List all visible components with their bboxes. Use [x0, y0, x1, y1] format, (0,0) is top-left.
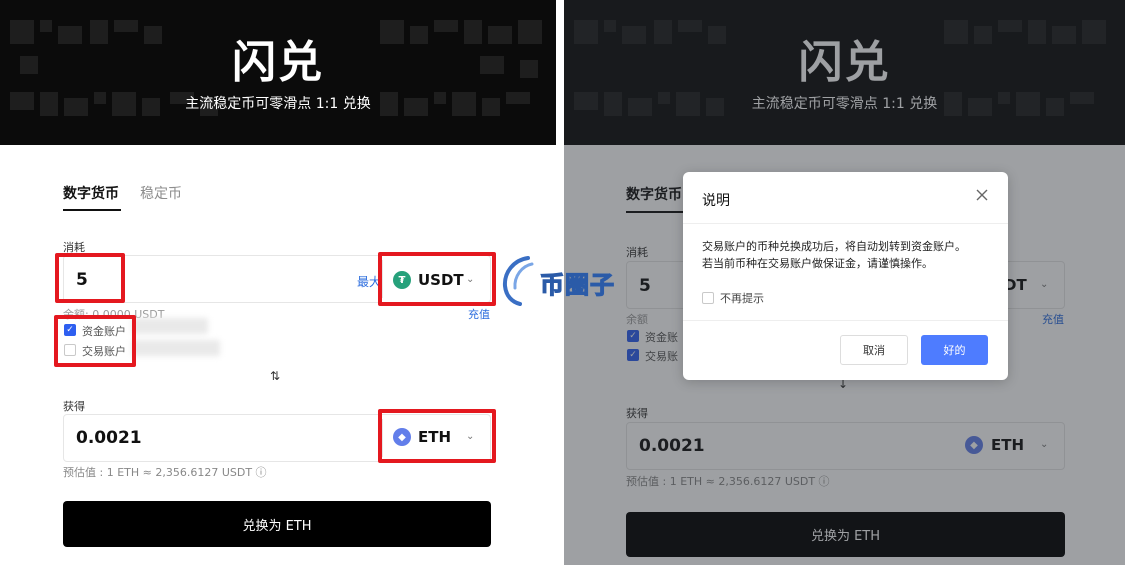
from-coin-select[interactable]: USDT	[418, 271, 464, 289]
chevron-down-icon[interactable]: ⌄	[466, 431, 474, 442]
dialog-body-line: 交易账户的币种兑换成功后，将自动划转到资金账户。	[702, 240, 966, 253]
watermark-logo-icon	[502, 256, 534, 306]
from-amount-input[interactable]: 5	[76, 270, 88, 290]
right-screenshot: 闪兑 主流稳定币可零滑点 1:1 兑换 数字货币 消耗 5 DT ⌄ 余额 充值…	[564, 0, 1125, 565]
dont-show-again-label: 不再提示	[720, 292, 764, 305]
watermark-text: 币圈子	[539, 270, 615, 299]
convert-button[interactable]: 兑换为 ETH	[63, 501, 491, 547]
usdt-icon: ₮	[393, 271, 411, 289]
estimated-rate: 预估值 : 1 ETH ≈ 2,356.6127 USDT ⓘ	[63, 466, 267, 479]
chevron-down-icon[interactable]: ⌄	[466, 274, 474, 285]
trading-account-checkbox[interactable]	[64, 344, 76, 356]
watermark: 币圈子	[498, 250, 638, 310]
trading-account-label: 交易账户	[82, 345, 126, 358]
coin-divider	[382, 419, 383, 457]
dont-show-again-checkbox[interactable]	[702, 292, 714, 304]
eth-icon: ◆	[393, 428, 411, 446]
ok-button[interactable]: 好的	[921, 335, 988, 365]
tab-active-underline	[63, 209, 121, 211]
hero-banner: 闪兑 主流稳定币可零滑点 1:1 兑换	[0, 0, 556, 145]
banner-title: 闪兑	[232, 37, 324, 88]
max-button[interactable]: 最大	[357, 273, 381, 290]
cancel-button[interactable]: 取消	[840, 335, 908, 365]
funding-account-checkbox[interactable]: ✓	[64, 324, 76, 336]
dialog-divider	[683, 223, 1008, 224]
tab-digital-currency[interactable]: 数字货币	[63, 183, 119, 203]
info-dialog: 说明 交易账户的币种兑换成功后，将自动划转到资金账户。 若当前币种在交易账户做保…	[683, 172, 1008, 380]
blurred-balance	[132, 318, 208, 334]
left-screenshot: 闪兑 主流稳定币可零滑点 1:1 兑换 数字货币 稳定币 消耗 5 最大 ₮ U…	[0, 0, 556, 565]
blurred-balance	[132, 340, 220, 356]
to-coin-select[interactable]: ETH	[418, 428, 451, 446]
dialog-body-line: 若当前币种在交易账户做保证金，请谨慎操作。	[702, 257, 933, 270]
to-amount-value: 0.0021	[76, 428, 142, 448]
deposit-link[interactable]: 充值	[468, 306, 490, 322]
swap-arrows-icon[interactable]: ⇅	[270, 369, 280, 383]
close-icon[interactable]	[974, 187, 990, 203]
to-label: 获得	[63, 400, 85, 413]
dialog-divider	[683, 320, 1008, 321]
dialog-body: 交易账户的币种兑换成功后，将自动划转到资金账户。 若当前币种在交易账户做保证金，…	[702, 238, 992, 272]
dialog-title: 说明	[702, 193, 730, 209]
banner-subtitle: 主流稳定币可零滑点 1:1 兑换	[185, 96, 371, 112]
from-label: 消耗	[63, 241, 85, 254]
tab-stablecoin[interactable]: 稳定币	[140, 183, 182, 203]
coin-divider	[382, 260, 383, 298]
funding-account-label: 资金账户	[82, 325, 126, 338]
